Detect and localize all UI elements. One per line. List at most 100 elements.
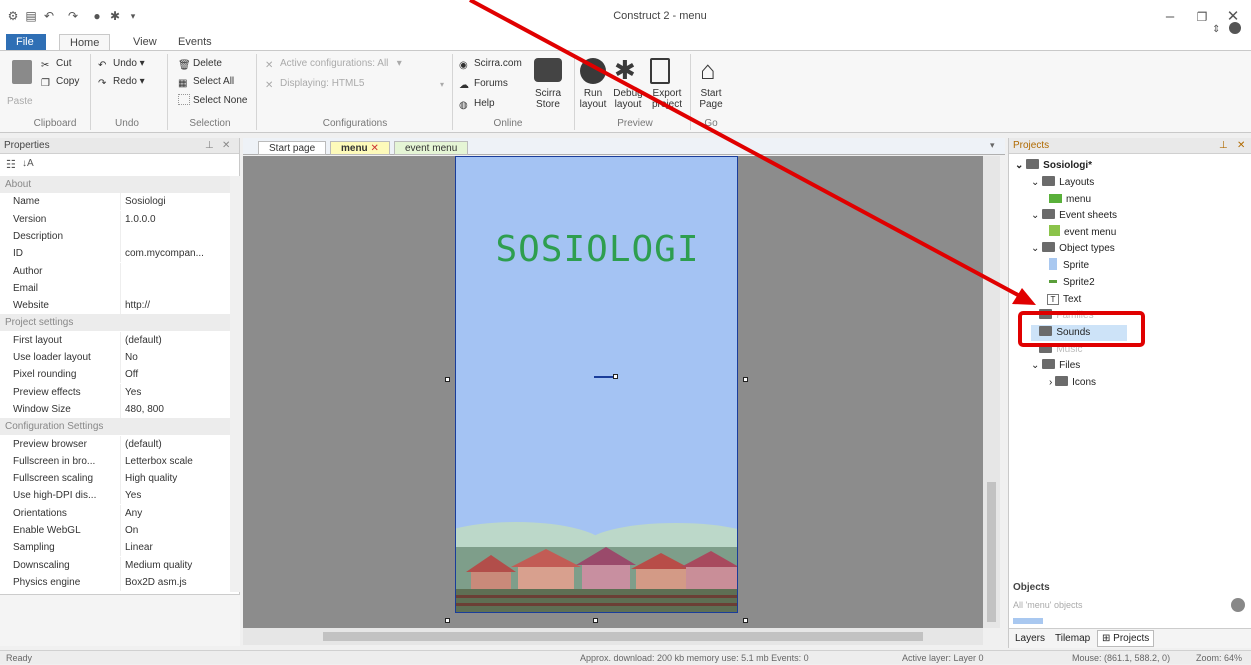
tab-menu-layout[interactable]: menu ✕ <box>330 141 390 155</box>
tree-item-text[interactable]: T Text <box>1047 292 1081 308</box>
property-row[interactable]: Preview effects Yes <box>0 383 232 401</box>
property-row[interactable]: Email <box>0 279 232 297</box>
property-row[interactable]: Enable WebGL On <box>0 522 232 539</box>
paste-button[interactable]: Paste <box>7 96 33 107</box>
resize-handle-bottom[interactable] <box>593 618 598 623</box>
select-all-button[interactable]: ▦ Select All <box>178 76 234 89</box>
active-configurations-dropdown[interactable]: ✕ Active configurations: All ▾ <box>265 58 402 71</box>
property-row[interactable]: Preview browser (default) <box>0 435 232 453</box>
property-value[interactable]: Sosiologi <box>125 193 166 210</box>
tab-event-menu[interactable]: event menu <box>394 141 469 155</box>
tab-view[interactable]: View <box>123 34 167 50</box>
property-category[interactable]: About <box>0 176 232 193</box>
objects-filter-clear-icon[interactable] <box>1231 598 1245 612</box>
property-value[interactable]: On <box>125 522 138 539</box>
property-category[interactable]: Configuration Settings <box>0 418 232 436</box>
redo-icon[interactable]: ↷ <box>66 9 80 23</box>
tab-tilemap[interactable]: Tilemap <box>1055 633 1090 644</box>
tree-folder-layouts[interactable]: ⌄ Layouts <box>1031 175 1094 191</box>
run-icon[interactable]: ● <box>90 9 104 23</box>
property-category[interactable]: Project settings <box>0 314 232 332</box>
minimize-button[interactable]: – <box>1155 6 1185 28</box>
delete-button[interactable]: 🗑 Delete <box>178 58 222 71</box>
property-value[interactable]: com.mycompan... <box>125 245 204 262</box>
property-value[interactable]: Yes <box>125 487 141 504</box>
property-row[interactable]: Physics engine Box2D asm.js <box>0 573 232 591</box>
property-value[interactable]: Any <box>125 505 142 522</box>
displaying-chevron-icon[interactable]: ▾ <box>440 80 444 89</box>
tree-item-menu-layout[interactable]: menu <box>1049 192 1091 208</box>
scirra-com-link[interactable]: ◉ Scirra.com <box>459 58 522 71</box>
tree-root-project[interactable]: ⌄ Sosiologi* <box>1015 158 1092 174</box>
property-row[interactable]: Version 1.0.0.0 <box>0 210 232 228</box>
debug-layout-button[interactable]: Debug layout <box>610 88 646 110</box>
save-icon[interactable]: ▤ <box>24 9 38 23</box>
horizontal-scrollbar[interactable] <box>243 628 983 645</box>
property-row[interactable]: Description <box>0 227 232 245</box>
property-value[interactable]: 1.0.0.0 <box>125 211 156 228</box>
pin-icon[interactable]: ⊥ <box>205 138 214 154</box>
canvas-title-text[interactable]: SOSIOLOGI <box>456 229 737 270</box>
forums-link[interactable]: ☁ Forums <box>459 78 508 91</box>
close-panel-icon[interactable]: ✕ <box>222 138 230 154</box>
tree-folder-files[interactable]: ⌄ Files <box>1031 358 1080 374</box>
property-value[interactable]: Letterbox scale <box>125 453 193 470</box>
property-value[interactable]: http:// <box>125 297 150 314</box>
tab-home[interactable]: Home <box>59 34 111 50</box>
undo-icon[interactable]: ↶ <box>42 9 56 23</box>
resize-handle-bottom-left[interactable] <box>445 618 450 623</box>
close-tab-icon[interactable]: ✕ <box>370 143 378 154</box>
help-icon[interactable] <box>1229 22 1241 34</box>
property-row[interactable]: Use loader layout No <box>0 349 232 366</box>
tree-item-event-menu[interactable]: event menu <box>1049 225 1116 241</box>
property-value[interactable]: Box2D asm.js <box>125 574 187 591</box>
start-page-button[interactable]: Start Page <box>698 88 724 110</box>
displaying-dropdown[interactable]: ✕ Displaying: HTML5 <box>265 78 365 91</box>
object-thumbnail[interactable] <box>1013 618 1043 624</box>
redo-button[interactable]: ↷ Redo ▾ <box>98 76 145 89</box>
property-row[interactable]: First layout (default) <box>0 331 232 349</box>
tree-item-sprite[interactable]: Sprite <box>1049 258 1089 274</box>
tree-folder-object-types[interactable]: ⌄ Object types <box>1031 241 1115 257</box>
customize-dropdown-icon[interactable]: ▾ <box>126 9 140 23</box>
tab-list-dropdown-icon[interactable]: ▾ <box>990 140 995 151</box>
tree-folder-event-sheets[interactable]: ⌄ Event sheets <box>1031 208 1117 224</box>
property-value[interactable]: (default) <box>125 332 162 349</box>
properties-scrollbar[interactable] <box>230 176 240 592</box>
property-value[interactable]: Yes <box>125 384 141 401</box>
property-value[interactable]: High quality <box>125 470 177 487</box>
export-project-button[interactable]: Export project <box>648 88 686 110</box>
tab-events[interactable]: Events <box>168 34 222 50</box>
property-row[interactable]: Pixel rounding Off <box>0 366 232 384</box>
tree-item-sprite2[interactable]: Sprite2 <box>1049 275 1095 291</box>
village-background-sprite[interactable] <box>456 517 738 613</box>
property-row[interactable]: Use high-DPI dis... Yes <box>0 487 232 505</box>
tab-start-page[interactable]: Start page <box>258 141 327 155</box>
property-value[interactable]: Linear <box>125 539 153 556</box>
tree-folder-icons[interactable]: › Icons <box>1049 375 1096 391</box>
resize-handle-right[interactable] <box>743 377 748 382</box>
copy-button[interactable]: ❐ Copy <box>41 76 79 89</box>
property-row[interactable]: Author <box>0 262 232 280</box>
horizontal-scroll-thumb[interactable] <box>323 632 923 641</box>
property-row[interactable]: Downscaling Medium quality <box>0 556 232 574</box>
property-row[interactable]: Name Sosiologi <box>0 193 232 211</box>
scirra-store-button[interactable]: Scirra Store <box>530 88 566 110</box>
pin-icon[interactable]: ⊥ <box>1219 138 1228 154</box>
resize-handle-bottom-right[interactable] <box>743 618 748 623</box>
cut-button[interactable]: ✂ Cut <box>41 58 72 71</box>
property-value[interactable]: No <box>125 349 138 366</box>
property-row[interactable]: Window Size 480, 800 <box>0 400 232 418</box>
tab-projects[interactable]: ⊞ Projects <box>1097 630 1155 647</box>
help-link[interactable]: ◍ Help <box>459 98 495 111</box>
sort-az-icon[interactable]: ↓A <box>22 158 34 169</box>
property-value[interactable]: (default) <box>125 436 162 453</box>
undo-button[interactable]: ↶ Undo ▾ <box>98 58 145 71</box>
debug-icon[interactable]: ✱ <box>108 9 122 23</box>
property-row[interactable]: Orientations Any <box>0 504 232 522</box>
objects-filter-input[interactable]: All 'menu' objects <box>1013 600 1223 614</box>
vertical-scrollbar[interactable] <box>983 156 1000 628</box>
layout-area[interactable]: SOSIOLOGI <box>455 156 738 613</box>
property-row[interactable]: Sampling Linear <box>0 539 232 557</box>
resize-handle-left[interactable] <box>445 377 450 382</box>
